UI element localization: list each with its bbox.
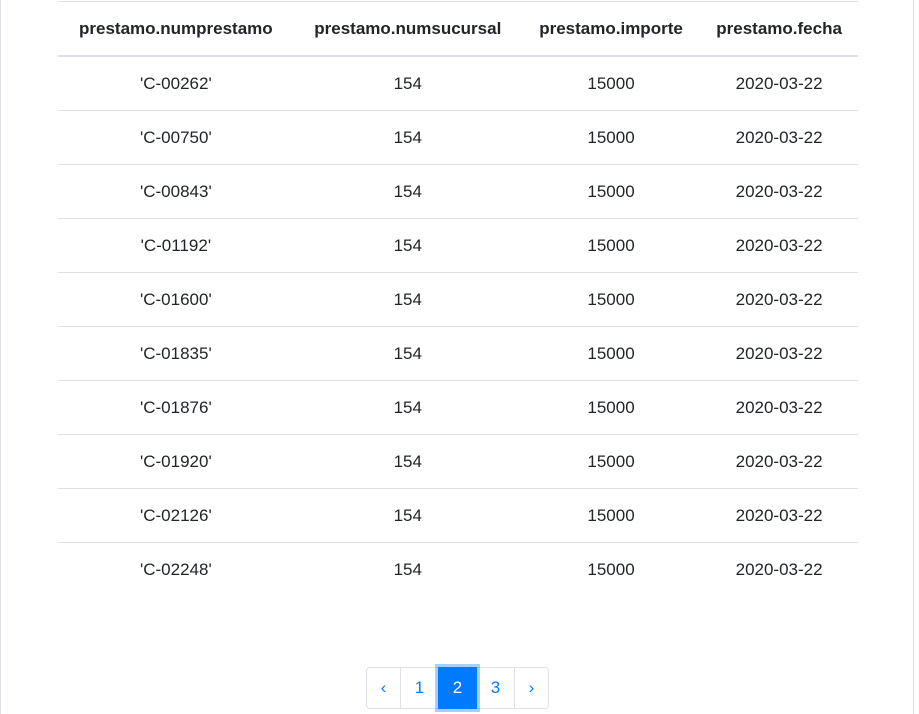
cell-fecha: 2020-03-22: [700, 434, 858, 489]
cell-numprestamo: 'C-01876': [58, 380, 294, 435]
cell-fecha: 2020-03-22: [700, 164, 858, 219]
cell-fecha: 2020-03-22: [700, 110, 858, 165]
column-header: prestamo.importe: [521, 1, 701, 57]
cell-importe: 15000: [521, 56, 701, 111]
cell-numsucursal: 154: [293, 218, 522, 273]
cell-importe: 15000: [521, 110, 701, 165]
table-row: 'C-01192' 154 15000 2020-03-22: [58, 218, 858, 273]
page-1-button[interactable]: 1: [400, 667, 439, 709]
page-3-button[interactable]: 3: [476, 667, 515, 709]
column-header: prestamo.numsucursal: [293, 1, 522, 57]
results-table: prestamo.numprestamo prestamo.numsucursa…: [58, 1, 858, 596]
cell-numprestamo: 'C-00262': [58, 56, 294, 111]
table-row: 'C-01920' 154 15000 2020-03-22: [58, 434, 858, 489]
cell-numsucursal: 154: [293, 110, 522, 165]
pagination: ‹ 1 2 3 ›: [366, 667, 549, 709]
cell-numprestamo: 'C-02126': [58, 488, 294, 543]
cell-importe: 15000: [521, 434, 701, 489]
cell-numprestamo: 'C-01192': [58, 218, 294, 273]
table-row: 'C-02126' 154 15000 2020-03-22: [58, 488, 858, 543]
cell-fecha: 2020-03-22: [700, 272, 858, 327]
cell-fecha: 2020-03-22: [700, 56, 858, 111]
header-row: prestamo.numprestamo prestamo.numsucursa…: [58, 1, 858, 57]
cell-numprestamo: 'C-01920': [58, 434, 294, 489]
cell-numsucursal: 154: [293, 56, 522, 111]
cell-fecha: 2020-03-22: [700, 380, 858, 435]
table-row: 'C-01835' 154 15000 2020-03-22: [58, 326, 858, 381]
cell-importe: 15000: [521, 272, 701, 327]
cell-numsucursal: 154: [293, 380, 522, 435]
cell-importe: 15000: [521, 488, 701, 543]
cell-fecha: 2020-03-22: [735, 559, 823, 579]
cell-importe: 15000: [521, 218, 701, 273]
cell-fecha: 2020-03-22: [700, 488, 858, 543]
next-page-button[interactable]: ›: [514, 667, 549, 709]
cell-numprestamo: 'C-00843': [58, 164, 294, 219]
prev-page-button[interactable]: ‹: [366, 667, 401, 709]
cell-numsucursal: 154: [293, 434, 522, 489]
cell-importe: 15000: [521, 380, 701, 435]
cell-numsucursal: 154: [393, 559, 422, 579]
cell-numsucursal: 154: [293, 272, 522, 327]
cell-fecha: 2020-03-22: [700, 326, 858, 381]
cell-importe: 15000: [521, 326, 701, 381]
cell-importe: 15000: [587, 559, 635, 579]
table-row: 'C-00843' 154 15000 2020-03-22: [58, 164, 858, 219]
page-2-button[interactable]: 2: [438, 667, 477, 709]
table-row: 'C-00750' 154 15000 2020-03-22: [58, 110, 858, 165]
table-row: 'C-02248' 154 15000 2020-03-22: [58, 543, 858, 597]
column-header: prestamo.numprestamo: [58, 1, 294, 57]
cell-numsucursal: 154: [293, 326, 522, 381]
cell-numsucursal: 154: [293, 488, 522, 543]
cell-numprestamo: 'C-00750': [58, 110, 294, 165]
cell-fecha: 2020-03-22: [700, 218, 858, 273]
table-row: 'C-01876' 154 15000 2020-03-22: [58, 380, 858, 435]
table-row: 'C-00262' 154 15000 2020-03-22: [58, 56, 858, 111]
cell-importe: 15000: [521, 164, 701, 219]
cell-numsucursal: 154: [293, 164, 522, 219]
content-panel: prestamo.numprestamo prestamo.numsucursa…: [0, 0, 914, 714]
cell-numprestamo: 'C-01600': [58, 272, 294, 327]
cell-numprestamo: 'C-01835': [58, 326, 294, 381]
cell-numprestamo: 'C-02248': [140, 559, 212, 579]
column-header: prestamo.fecha: [700, 1, 858, 57]
table-row: 'C-01600' 154 15000 2020-03-22: [58, 272, 858, 327]
